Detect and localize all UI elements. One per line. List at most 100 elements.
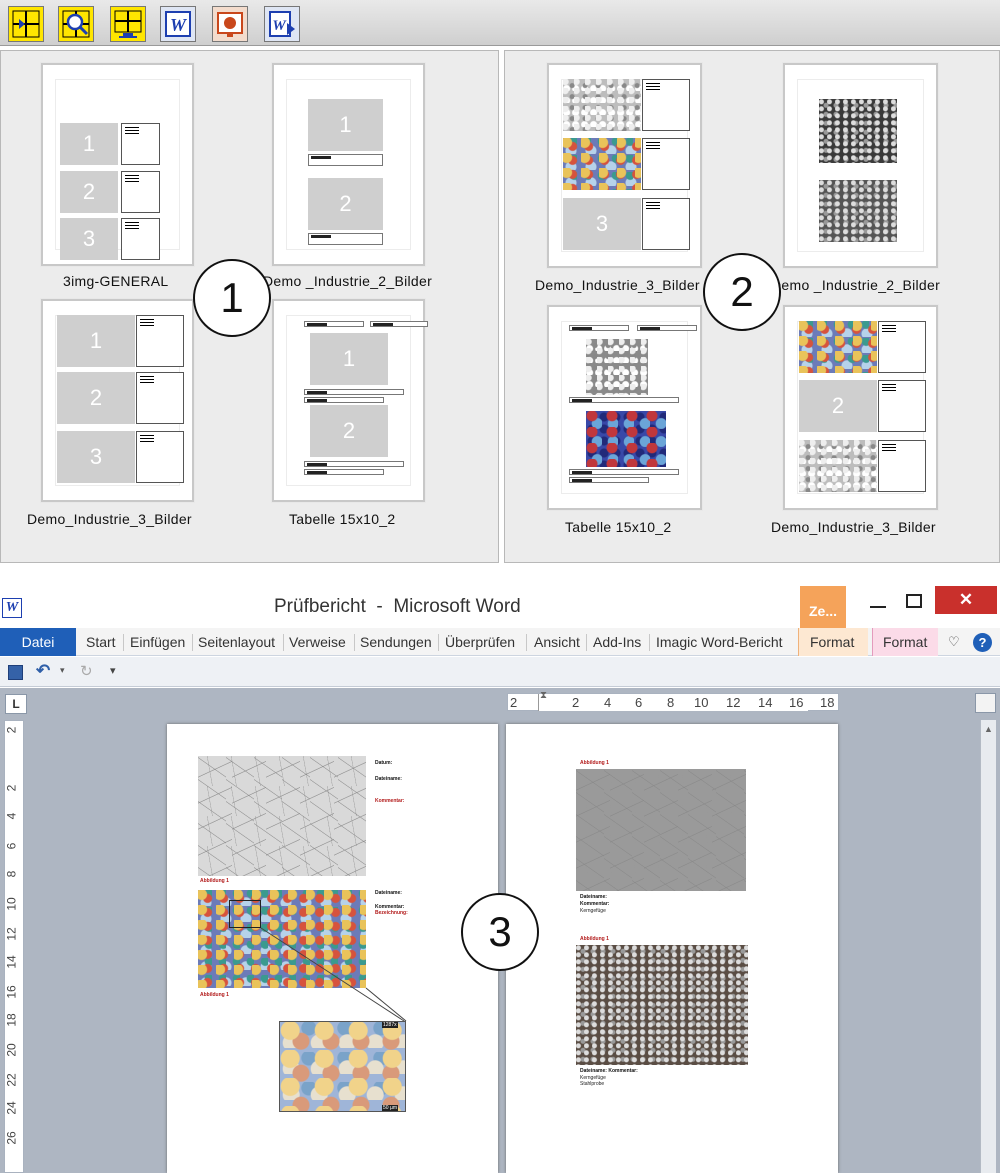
- template-label: Demo_Industrie_3_Bilder: [27, 511, 192, 527]
- image-placeholder: 1: [57, 315, 135, 367]
- tab-format-picture[interactable]: Format: [810, 634, 854, 650]
- word-app-icon[interactable]: W: [2, 598, 22, 618]
- minimize-icon[interactable]: [870, 606, 886, 608]
- micrograph-image[interactable]: [576, 945, 748, 1065]
- tab-separator: [283, 634, 284, 651]
- tab-add-ins[interactable]: Add-Ins: [593, 634, 641, 650]
- tab-verweise[interactable]: Verweise: [289, 634, 346, 650]
- template-thumbnail-demo-industrie-2-bilder[interactable]: 1 2: [272, 63, 425, 266]
- ruler-tick: 4: [4, 812, 19, 820]
- ribbon-tabs: Datei Start Einfügen Seitenlayout Verwei…: [0, 628, 1000, 656]
- micrograph-image: [586, 339, 648, 395]
- template-label: Demo _Industrie_2_Bilder: [263, 273, 433, 289]
- toolbar-button-word-export[interactable]: W: [264, 6, 300, 42]
- caption-field: [569, 397, 679, 403]
- tab-sendungen[interactable]: Sendungen: [360, 634, 432, 650]
- caption-field: [304, 461, 404, 467]
- indent-marker-icon[interactable]: ⧗: [540, 690, 550, 714]
- ruler-tick: 26: [4, 1131, 19, 1145]
- window-title: Prüfbericht - Microsoft Word: [274, 596, 521, 617]
- tab-separator: [192, 634, 193, 651]
- text-field-box: [642, 138, 690, 190]
- tab-einfuegen[interactable]: Einfügen: [130, 634, 185, 650]
- tab-separator: [123, 634, 124, 651]
- undo-icon[interactable]: ↶: [36, 661, 50, 681]
- close-icon[interactable]: ✕: [935, 586, 997, 614]
- toolbar-button-powerpoint[interactable]: [212, 6, 248, 42]
- ribbon-collapse-icon[interactable]: ♡: [948, 634, 960, 650]
- ruler-tick: 6: [4, 842, 19, 850]
- redo-icon[interactable]: ↻: [80, 662, 93, 680]
- text-field-box: [642, 79, 690, 131]
- tab-format-drawing[interactable]: Format: [883, 634, 927, 650]
- micrograph-image: [586, 411, 666, 467]
- tab-separator: [354, 634, 355, 651]
- horizontal-ruler[interactable]: 2 ⧗ 2 4 6 8 10 12 14 16 18: [507, 690, 839, 714]
- customize-qat-icon[interactable]: ▾: [110, 664, 116, 677]
- tab-ansicht[interactable]: Ansicht: [534, 634, 580, 650]
- field-label: Dateiname:: [580, 894, 607, 900]
- caption-field: [569, 477, 649, 483]
- tab-imagic-word-bericht[interactable]: Imagic Word-Bericht: [656, 634, 783, 650]
- document-page-2[interactable]: Abbildung 1 Dateiname: Kommentar: Kernge…: [506, 724, 838, 1173]
- toolbar-button-search-layout[interactable]: [58, 6, 94, 42]
- text-field-box: [121, 218, 160, 260]
- tab-datei[interactable]: Datei: [0, 628, 76, 656]
- view-ruler-icon[interactable]: [975, 693, 996, 713]
- chevron-down-icon[interactable]: ▾: [60, 665, 65, 676]
- template-label: Demo_Industrie_3_Bilder: [771, 519, 936, 535]
- toolbar-button-monitor-layout[interactable]: [110, 6, 146, 42]
- toolbar-button-add-layout[interactable]: [8, 6, 44, 42]
- help-icon[interactable]: ?: [973, 633, 992, 652]
- caption-field: [308, 154, 383, 166]
- ruler-tick: 2: [4, 726, 19, 734]
- micrograph-image[interactable]: [576, 769, 746, 891]
- filled-thumbnail-demo-industrie-3-bilder-2[interactable]: 2: [783, 305, 938, 510]
- image-placeholder: 1: [60, 123, 118, 165]
- text-field-box: [121, 123, 160, 165]
- magnification-label: 1287x: [382, 1022, 398, 1028]
- tab-separator: [586, 634, 587, 651]
- ruler-tick: 2: [4, 784, 19, 792]
- tab-start[interactable]: Start: [86, 634, 116, 650]
- contextual-tab-header[interactable]: Ze...: [800, 586, 846, 628]
- callout-marker-2: 2: [703, 253, 781, 331]
- micrograph-image: [819, 99, 897, 163]
- maximize-icon[interactable]: [906, 594, 922, 608]
- template-thumbnail-tabelle-15x10-2[interactable]: 1 2: [272, 299, 428, 502]
- monitor-grid-icon: [114, 10, 142, 38]
- image-placeholder: 1: [310, 333, 388, 385]
- layout-search-icon: [62, 10, 90, 38]
- template-thumbnail-3img-general[interactable]: 1 2 3: [41, 63, 194, 266]
- template-panel-filled: 3 Demo_Industrie_3_Bilder Demo _Industri…: [504, 50, 1000, 563]
- ruler-tick: 4: [604, 695, 612, 710]
- word-icon: W: [165, 11, 191, 37]
- filled-thumbnail-demo-industrie-3-bilder[interactable]: 3: [547, 63, 702, 268]
- micrograph-image: [819, 180, 897, 242]
- tab-ueberpruefen[interactable]: Überprüfen: [445, 634, 515, 650]
- filled-thumbnail-tabelle-15x10-2[interactable]: [547, 305, 702, 510]
- image-placeholder: 3: [57, 431, 135, 483]
- ruler-tick: 2: [510, 695, 518, 710]
- zoomed-micrograph-image[interactable]: [279, 1021, 406, 1112]
- toolbar-button-word[interactable]: W: [160, 6, 196, 42]
- layout-add-icon: [12, 10, 40, 38]
- vertical-ruler[interactable]: 2 2 4 6 8 10 12 14 16 18 20 22 24 26: [4, 720, 24, 1173]
- save-icon[interactable]: [8, 665, 23, 680]
- template-panel-layouts: 1 2 3 3img-GENERAL 1 2 Demo _Industrie_2…: [0, 50, 499, 563]
- tab-seitenlayout[interactable]: Seitenlayout: [198, 634, 275, 650]
- text-field-box: [136, 372, 184, 424]
- document-page-1[interactable]: Datum: Dateiname: Kommentar: Abbildung 1…: [167, 724, 498, 1173]
- field-label: Kommentar:: [580, 901, 610, 907]
- filled-thumbnail-demo-industrie-2-bilder[interactable]: [783, 63, 938, 268]
- template-thumbnail-demo-industrie-3-bilder[interactable]: 1 2 3: [41, 299, 194, 502]
- quick-access-toolbar: ↶ ▾ ↻ ▾: [0, 657, 1000, 687]
- vertical-scrollbar[interactable]: ▲: [980, 720, 996, 1173]
- field-label: Dateiname: Kommentar:: [580, 1068, 638, 1074]
- word-window: W Prüfbericht - Microsoft Word Ze... ✕ D…: [0, 586, 1000, 1173]
- callout-marker-1: 1: [193, 259, 271, 337]
- tab-stop-selector[interactable]: L: [5, 694, 27, 714]
- micrograph-image: [563, 79, 641, 131]
- svg-text:W: W: [272, 18, 287, 34]
- scroll-up-icon[interactable]: ▲: [984, 724, 993, 734]
